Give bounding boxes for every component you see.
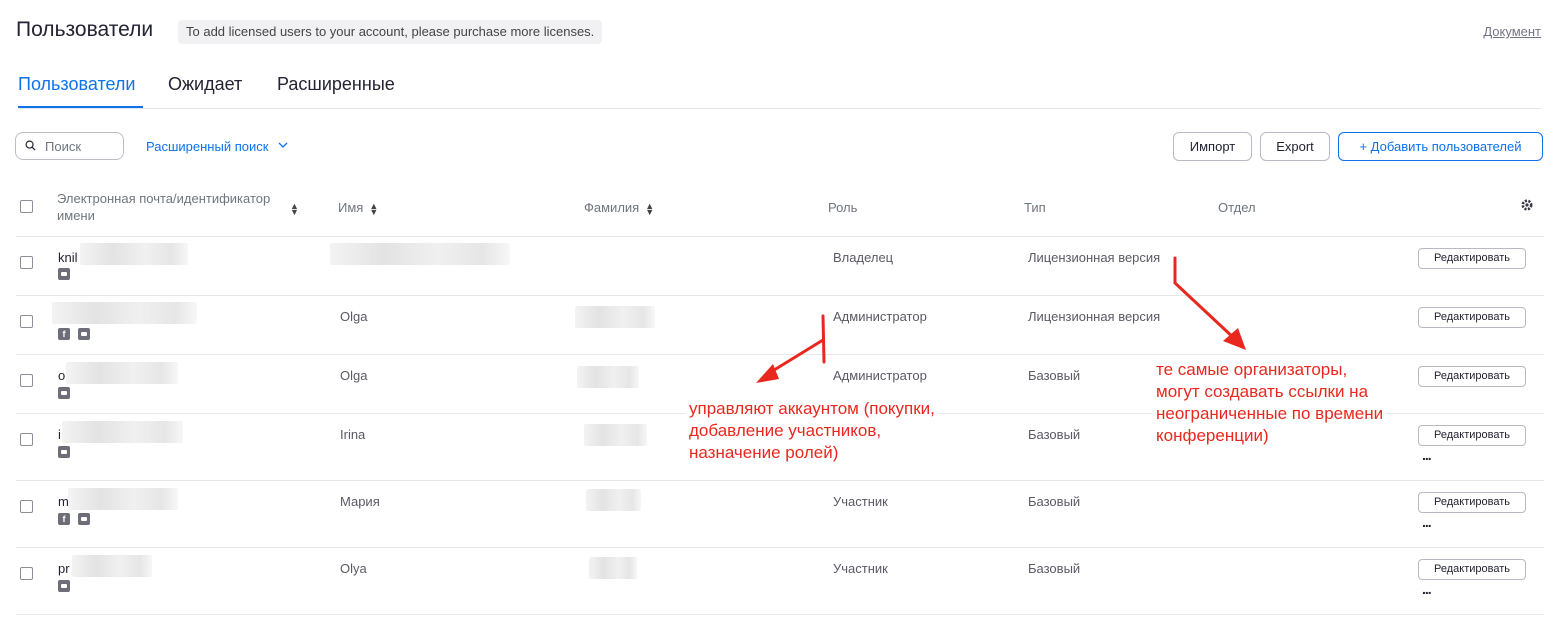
row-divider [16, 547, 1544, 548]
row-checkbox[interactable] [20, 256, 33, 269]
redacted-area [584, 424, 647, 446]
tab-advanced[interactable]: Расширенные [277, 74, 395, 95]
sort-icon[interactable]: ▲ ▼ [284, 200, 299, 216]
redacted-area [68, 488, 178, 510]
redacted-area [80, 243, 188, 265]
row-role: Администратор [833, 368, 927, 383]
edit-button[interactable]: Редактировать [1418, 492, 1526, 513]
row-divider [16, 236, 1544, 237]
advanced-search-link[interactable]: Расширенный поиск [146, 139, 268, 154]
row-first-name: Irina [340, 427, 366, 442]
more-options-icon[interactable]: ... [1422, 447, 1432, 463]
row-checkbox[interactable] [20, 433, 33, 446]
tab-pending[interactable]: Ожидает [168, 74, 242, 95]
search-icon [25, 140, 36, 151]
row-type: Базовый [1028, 494, 1081, 509]
row-role: Администратор [833, 309, 927, 324]
select-all-checkbox[interactable] [20, 200, 33, 213]
row-type: Базовый [1028, 561, 1081, 576]
redacted-area [575, 306, 655, 328]
row-checkbox[interactable] [20, 567, 33, 580]
mail-icon [78, 328, 90, 340]
mail-icon [58, 446, 70, 458]
active-tab-indicator [18, 106, 143, 108]
add-users-button[interactable]: + Добавить пользователей [1338, 132, 1543, 161]
column-header-department: Отдел [1218, 200, 1256, 215]
row-role: Владелец [833, 250, 894, 265]
column-header-email-label: Электронная почта/идентификатор [57, 191, 271, 206]
row-first-name: Мария [340, 494, 380, 509]
more-options-icon[interactable]: ... [1422, 514, 1432, 530]
column-header-email-label-2: имени [57, 208, 95, 223]
import-button[interactable]: Импорт [1173, 132, 1252, 161]
row-checkbox[interactable] [20, 500, 33, 513]
annotation-license-note: те самые организаторы, могут создавать с… [1152, 357, 1388, 449]
row-email: i [58, 427, 61, 442]
chevron-down-icon[interactable] [278, 141, 288, 149]
mail-icon [58, 387, 70, 399]
license-notice: To add licensed users to your account, p… [178, 20, 603, 44]
more-options-icon[interactable]: ... [1422, 581, 1432, 597]
redacted-area [330, 243, 510, 265]
column-header-role: Роль [828, 200, 858, 215]
edit-button[interactable]: Редактировать [1418, 425, 1526, 446]
redacted-area [586, 489, 641, 511]
row-first-name: Olya [340, 561, 367, 576]
tab-users[interactable]: Пользователи [18, 74, 135, 95]
edit-button[interactable]: Редактировать [1418, 307, 1526, 328]
page-title: Пользователи [16, 18, 154, 41]
row-divider [16, 354, 1544, 355]
redacted-area [577, 366, 639, 388]
annotation-admin-note: управляют аккаунтом (покупки, добавление… [685, 396, 939, 466]
redacted-area [62, 421, 183, 443]
row-divider [16, 295, 1544, 296]
tab-bar: Пользователи Ожидает Расширенные [18, 70, 1541, 109]
redacted-area [52, 302, 197, 324]
column-header-last-name[interactable]: Фамилия ▲ ▼ [584, 200, 655, 217]
row-email: o [58, 368, 66, 383]
row-divider [16, 614, 1544, 615]
sort-icon: ▲ ▼ [645, 200, 655, 217]
sort-icon: ▲ ▼ [369, 200, 379, 217]
row-first-name: Olga [340, 309, 368, 324]
row-email: knil [58, 250, 78, 265]
edit-button[interactable]: Редактировать [1418, 366, 1526, 387]
mail-icon [78, 513, 90, 525]
row-role: Участник [833, 561, 888, 576]
search-placeholder: Поиск [45, 139, 82, 154]
row-email: pr [58, 561, 70, 576]
export-button[interactable]: Export [1260, 132, 1330, 161]
row-type: Лицензионная версия [1028, 250, 1161, 265]
redacted-area [72, 555, 152, 577]
column-header-type: Тип [1024, 200, 1046, 215]
facebook-icon: f [58, 328, 70, 340]
column-header-email[interactable]: Электронная почта/идентификатор имени [57, 190, 270, 224]
column-header-first-name-label: Имя [338, 200, 364, 215]
row-type: Базовый [1028, 368, 1081, 383]
column-header-first-name[interactable]: Имя ▲ ▼ [338, 200, 379, 217]
row-type: Базовый [1028, 427, 1081, 442]
row-first-name: Olga [340, 368, 368, 383]
redacted-area [66, 362, 178, 384]
gear-icon[interactable] [1520, 198, 1534, 212]
edit-button[interactable]: Редактировать [1418, 559, 1526, 580]
redacted-area [589, 557, 637, 579]
mail-icon [58, 580, 70, 592]
mail-icon [58, 268, 70, 280]
column-header-last-name-label: Фамилия [584, 200, 640, 215]
row-divider [16, 480, 1544, 481]
row-checkbox[interactable] [20, 374, 33, 387]
facebook-icon: f [58, 513, 70, 525]
document-link[interactable]: Документ [1483, 24, 1541, 39]
row-type: Лицензионная версия [1028, 309, 1161, 324]
row-role: Участник [833, 494, 888, 509]
row-checkbox[interactable] [20, 315, 33, 328]
search-input[interactable]: Поиск [15, 132, 124, 160]
edit-button[interactable]: Редактировать [1418, 248, 1526, 269]
